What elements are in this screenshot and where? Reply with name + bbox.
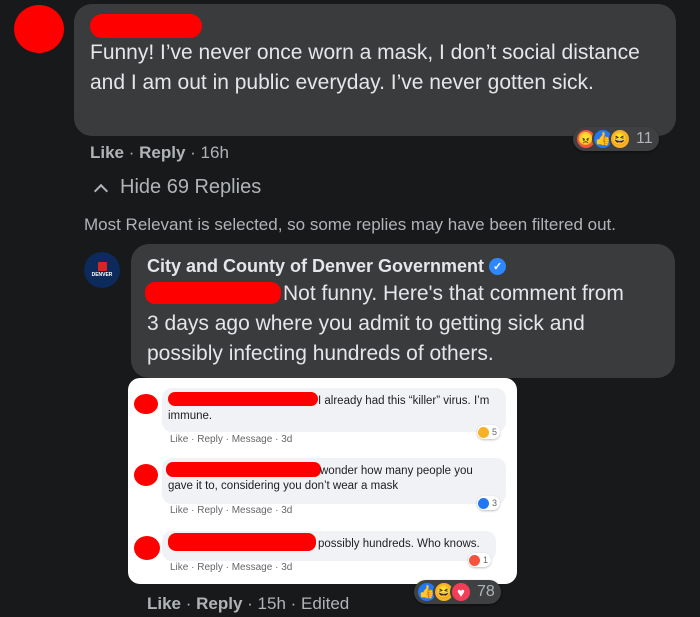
redacted-author-name <box>90 14 202 38</box>
embedded-comment-actions: Like · Reply · Message · 3d <box>170 562 293 573</box>
haha-icon: 😆 <box>609 128 631 150</box>
embedded-redacted-name <box>166 462 321 477</box>
embedded-reactions: 5 <box>477 425 501 439</box>
comment-reactions[interactable]: 😠 👍 😆 11 <box>573 127 659 151</box>
reply-link[interactable]: Reply <box>139 143 185 162</box>
timestamp[interactable]: 16h <box>201 143 229 162</box>
reply-actions: Like · Reply · 15h · Edited <box>147 594 350 613</box>
edited-label: Edited <box>301 594 350 613</box>
redacted-avatar <box>14 5 64 53</box>
embedded-redacted-name <box>168 533 316 551</box>
chevron-up-icon <box>93 183 109 198</box>
embedded-comment-text: I already had this “killer” virus. I’m <box>318 395 490 407</box>
author-row: City and County of Denver Government ✓ <box>147 256 507 277</box>
embedded-comment-actions: Like · Reply · Message · 3d <box>170 434 293 445</box>
denver-logo-icon <box>97 262 107 271</box>
reply-link[interactable]: Reply <box>196 594 242 613</box>
comment-text: Funny! I’ve never once worn a mask, I do… <box>90 41 640 94</box>
hide-replies-label: Hide 69 Replies <box>120 176 262 198</box>
reply-text-line1: Not funny. Here's that comment from <box>283 282 624 305</box>
embedded-reactions: 1 <box>468 553 492 567</box>
love-icon: ♥ <box>450 581 472 603</box>
embedded-redacted-avatar <box>134 464 158 486</box>
embedded-comment-actions: Like · Reply · Message · 3d <box>170 505 293 516</box>
avatar-label: DENVER <box>91 272 113 278</box>
reaction-count: 11 <box>636 130 653 147</box>
embedded-screenshot[interactable]: I already had this “killer” virus. I’m i… <box>128 378 517 584</box>
avatar[interactable]: DENVER <box>84 252 120 288</box>
hide-replies-toggle[interactable]: Hide 69 Replies <box>92 176 261 199</box>
like-link[interactable]: Like <box>90 143 124 162</box>
embedded-comment-text: possibly hundreds. Who knows. <box>318 538 480 550</box>
comment-actions: Like · Reply · 16h <box>90 143 229 162</box>
embedded-redacted-name <box>168 392 318 406</box>
like-icon <box>478 497 489 509</box>
embedded-redacted-avatar <box>134 536 160 560</box>
filter-notice: Most Relevant is selected, so some repli… <box>84 215 616 234</box>
embedded-reactions: 3 <box>477 496 501 510</box>
embedded-redacted-avatar <box>134 394 158 414</box>
haha-icon <box>478 426 489 438</box>
reply-reactions[interactable]: 👍 😆 ♥ 78 <box>414 580 501 604</box>
timestamp[interactable]: 15h <box>258 594 286 613</box>
embedded-comment-text: immune. <box>168 410 213 422</box>
embedded-comment-text: gave it to, considering you don’t wear a… <box>168 480 399 492</box>
angry-icon <box>469 554 480 566</box>
redacted-mention <box>145 282 281 304</box>
like-link[interactable]: Like <box>147 594 181 613</box>
reaction-count: 78 <box>477 583 495 600</box>
author-name[interactable]: City and County of Denver Government <box>147 256 484 277</box>
embedded-comment-text: wonder how many people you <box>320 465 473 477</box>
verified-badge-icon: ✓ <box>489 258 507 275</box>
reply-text-rest: 3 days ago where you admit to getting si… <box>147 312 585 365</box>
